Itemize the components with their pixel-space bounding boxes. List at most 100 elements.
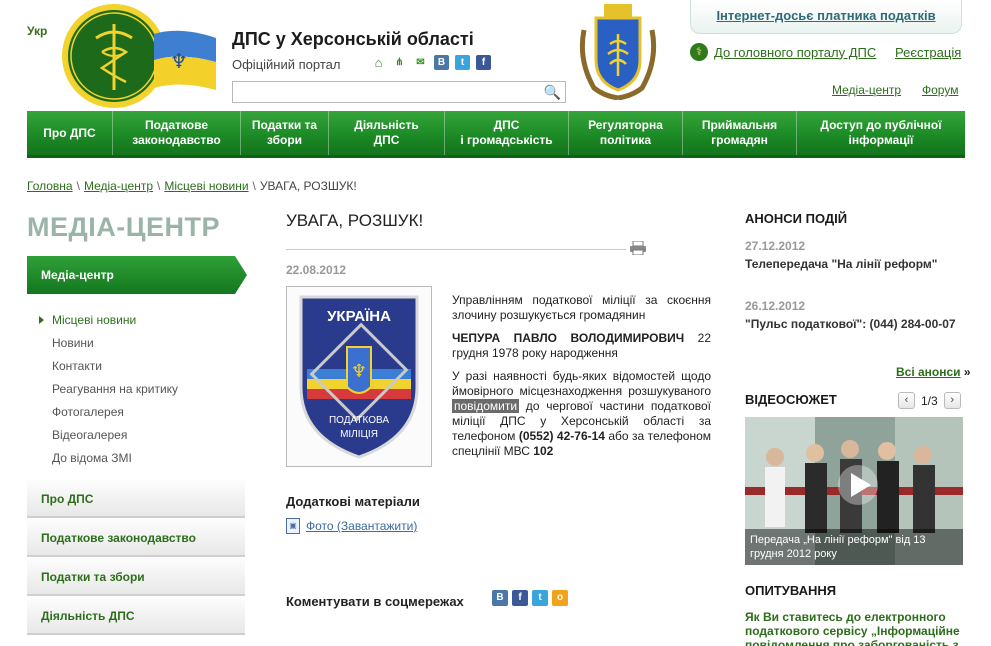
facebook-share-icon[interactable]: f — [512, 590, 528, 606]
breadcrumb-separator: \ — [76, 179, 80, 193]
media-center-link[interactable]: Медіа-центр — [832, 83, 901, 97]
mail-icon[interactable]: ✉ — [413, 55, 428, 70]
svg-text:♆: ♆ — [170, 49, 188, 73]
title-divider — [286, 249, 626, 250]
language-switch[interactable]: Укр — [27, 24, 47, 38]
nav-label: Податкове законодавство — [132, 118, 221, 147]
video-page-counter: 1/3 — [921, 393, 938, 408]
sidebar-submenu: Місцеві новини Новини Контакти Реагуванн… — [38, 312, 178, 473]
forum-link[interactable]: Форум — [922, 83, 958, 97]
next-arrow-icon[interactable]: › — [943, 392, 961, 409]
sitemap-icon[interactable]: ⋔ — [392, 55, 407, 70]
poll-question[interactable]: Як Ви ставитесь до електронного податков… — [745, 610, 963, 646]
article-paragraph: У разі наявності будь-яких відомостей що… — [452, 369, 712, 458]
video-pager: ‹ 1/3 › — [898, 392, 961, 409]
nav-label: Про ДПС — [43, 125, 96, 140]
highlighted-text: повідомити — [452, 399, 520, 413]
article-paragraph: ЧЕПУРА ПАВЛО ВОЛОДИМИРОВИЧ 22 грудня 197… — [452, 331, 711, 360]
register-link[interactable]: Реєстрація — [895, 45, 961, 60]
main-portal-link-group[interactable]: ⚕ До головного порталу ДПС — [690, 43, 876, 61]
print-icon[interactable] — [630, 241, 646, 255]
police-number: 102 — [533, 444, 554, 458]
image-file-icon: ▣ — [286, 518, 300, 534]
kherson-coat-of-arms-icon — [579, 4, 657, 100]
badge-text-bot: МІЛІЦІЯ — [340, 429, 378, 440]
site-subtitle: Офіційний портал — [232, 57, 341, 72]
nav-label: Діяльність ДПС — [354, 118, 419, 147]
nav-item-taxes[interactable]: Податки та збори — [241, 111, 329, 155]
sidebar-item-activity[interactable]: Діяльність ДПС — [27, 597, 245, 635]
breadcrumb-separator: \ — [252, 179, 256, 193]
taxpayer-dossier-tab[interactable]: Інтернет-досьє платника податків — [690, 0, 962, 34]
vk-icon[interactable]: B — [434, 55, 449, 70]
search-input[interactable]: 🔍 — [232, 81, 566, 103]
submenu-item-press[interactable]: До відома ЗМІ — [52, 450, 178, 473]
article-title: УВАГА, РОЗШУК! — [286, 211, 424, 230]
taxpayer-dossier-link[interactable]: Інтернет-досьє платника податків — [716, 8, 935, 23]
nav-item-about[interactable]: Про ДПС — [27, 111, 113, 155]
badge-text-mid: ПОДАТКОВА — [329, 415, 389, 426]
sidebar-item-taxes[interactable]: Податки та збори — [27, 558, 245, 596]
submenu-item-video-gallery[interactable]: Відеогалерея — [52, 427, 178, 450]
nav-item-activity[interactable]: Діяльність ДПС — [329, 111, 445, 155]
video-title: ВІДЕОСЮЖЕТ — [745, 392, 837, 407]
svg-text:♆: ♆ — [351, 361, 367, 382]
sidebar-item-media-center[interactable]: Медіа-центр — [27, 256, 247, 294]
event-link[interactable]: "Пульс податкової": (044) 284-00-07 — [745, 317, 956, 331]
main-portal-link[interactable]: До головного порталу ДПС — [714, 45, 876, 60]
badge-text-top: УКРАЇНА — [327, 308, 391, 325]
nav-label: Доступ до публічної інформації — [820, 118, 942, 147]
events-title: АНОНСИ ПОДІЙ — [745, 211, 848, 226]
submenu-item-contacts[interactable]: Контакти — [52, 358, 178, 381]
article-paragraph: Управлінням податкової міліції за скоєнн… — [452, 293, 711, 322]
twitter-share-icon[interactable]: t — [532, 590, 548, 606]
nav-item-regulatory[interactable]: Регуляторна політика — [569, 111, 683, 155]
nav-label: Податки та збори — [251, 118, 318, 147]
submenu-item-criticism[interactable]: Реагування на критику — [52, 381, 178, 404]
nav-item-legislation[interactable]: Податкове законодавство — [113, 111, 241, 155]
tax-police-badge-icon: ♆ УКРАЇНА ПОДАТКОВА МІЛІЦІЯ — [299, 295, 419, 459]
main-nav: Про ДПС Податкове законодавство Податки т… — [27, 111, 965, 158]
prev-arrow-icon[interactable]: ‹ — [898, 392, 915, 409]
sidebar-item-about[interactable]: Про ДПС — [27, 480, 245, 518]
nav-item-public-info[interactable]: Доступ до публічної інформації — [797, 111, 965, 155]
nav-label: Приймальня громадян — [701, 118, 778, 147]
odnoklassniki-share-icon[interactable]: o — [552, 590, 568, 606]
all-announcements-link[interactable]: Всі анонси — [896, 365, 961, 379]
event-date: 27.12.2012 — [745, 239, 806, 253]
video-player[interactable]: Передача „На лінії реформ" від 13 грудня… — [745, 417, 963, 565]
breadcrumb: Головна \ Медіа-центр \ Місцеві новини \ УВАГА… — [27, 179, 357, 193]
twitter-icon[interactable]: t — [455, 55, 470, 70]
search-icon[interactable]: 🔍 — [544, 84, 561, 101]
breadcrumb-home[interactable]: Головна — [27, 179, 73, 193]
submenu-item-news[interactable]: Новини — [52, 335, 178, 358]
nav-item-public[interactable]: ДПС і громадськість — [445, 111, 569, 155]
sidebar-item-legislation[interactable]: Податкове законодавство — [27, 519, 245, 557]
article-photo[interactable]: ♆ УКРАЇНА ПОДАТКОВА МІЛІЦІЯ — [286, 286, 432, 467]
double-arrow-icon: » — [963, 365, 971, 379]
submenu-item-photo-gallery[interactable]: Фотогалерея — [52, 404, 178, 427]
vk-share-icon[interactable]: B — [492, 590, 508, 606]
nav-item-reception[interactable]: Приймальня громадян — [683, 111, 797, 155]
site-title: ДПС у Херсонській області — [232, 29, 474, 49]
submenu-item-local-news[interactable]: Місцеві новини — [38, 312, 178, 335]
event-date: 26.12.2012 — [745, 299, 806, 313]
dps-portal-icon: ⚕ — [690, 43, 708, 61]
home-icon[interactable]: ⌂ — [371, 55, 386, 70]
breadcrumb-news[interactable]: Місцеві новини — [164, 179, 248, 193]
comment-title: Коментувати в соцмережах — [286, 594, 464, 609]
poll-title: ОПИТУВАННЯ — [745, 583, 837, 598]
video-caption: Передача „На лінії реформ" від 13 грудня… — [745, 529, 963, 565]
header-icons: ⌂ ⋔ ✉ B t f — [371, 55, 491, 70]
event-link[interactable]: Телепередача "На лінії реформ" — [745, 257, 937, 271]
nav-label: ДПС і громадськість — [460, 118, 553, 147]
social-share: B f t o — [492, 590, 568, 606]
all-announcements[interactable]: Всі анонси » — [896, 365, 971, 379]
breadcrumb-media[interactable]: Медіа-центр — [84, 179, 153, 193]
extra-materials-title: Додаткові матеріали — [286, 494, 420, 509]
breadcrumb-separator: \ — [157, 179, 161, 193]
breadcrumb-current: УВАГА, РОЗШУК! — [259, 179, 357, 193]
photo-download-link[interactable]: Фото (Завантажити) — [306, 519, 417, 533]
facebook-icon[interactable]: f — [476, 55, 491, 70]
file-download[interactable]: ▣ Фото (Завантажити) — [286, 518, 417, 534]
